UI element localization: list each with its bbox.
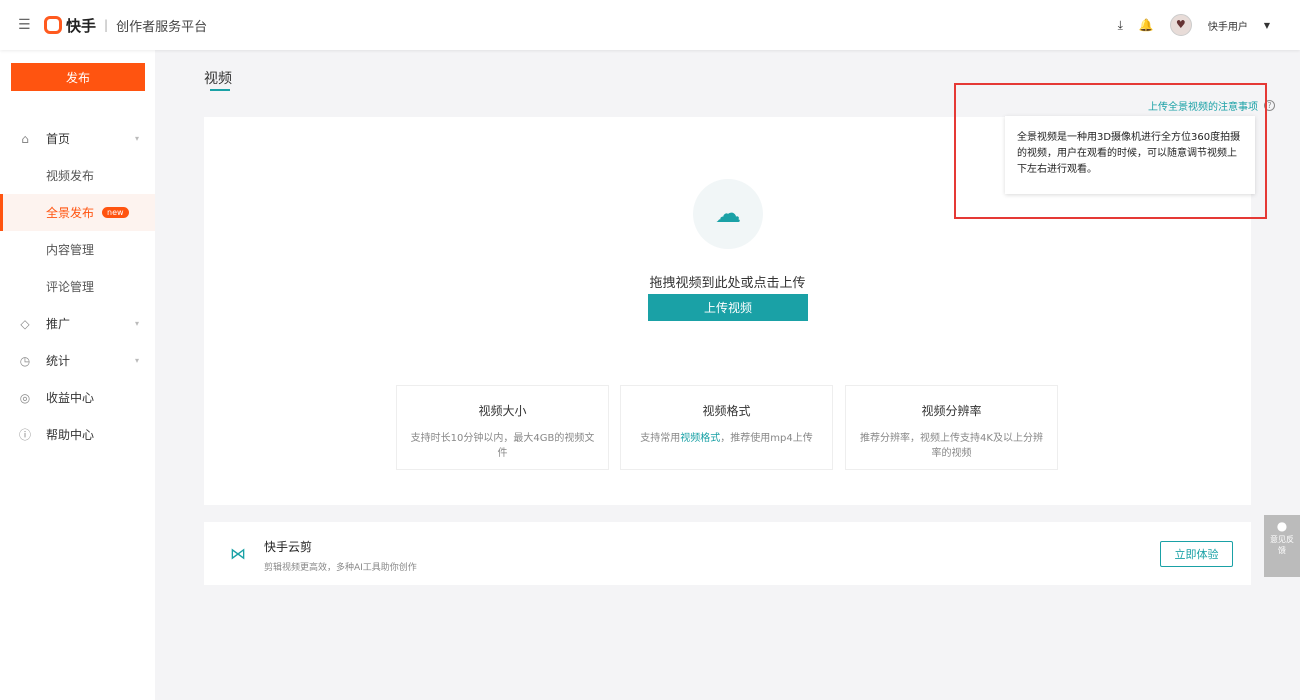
chart-icon: ◷ [18, 354, 32, 368]
yunjian-banner: ⋈ 快手云剪 剪辑视频更高效，多种AI工具助你创作 立即体验 [204, 522, 1251, 585]
download-icon[interactable]: ⤓ [1118, 18, 1123, 33]
info-desc: 推荐分辨率，视频上传支持4K及以上分辨率的视频 [856, 431, 1047, 461]
new-badge: new [102, 207, 129, 218]
info-card-resolution: 视频分辨率 推荐分辨率，视频上传支持4K及以上分辨率的视频 [845, 385, 1058, 470]
chat-bubble-icon: ● [1264, 521, 1300, 532]
feedback-label: 意见反馈 [1264, 532, 1300, 558]
feedback-button[interactable]: ● 意见反馈 [1264, 515, 1300, 577]
sidebar-item[interactable]: 视频发布 [0, 157, 155, 194]
bell-icon[interactable]: 🔔 [1139, 18, 1154, 32]
sidebar-item[interactable]: ◷ 统计 ▾ [0, 342, 155, 379]
sidebar-item[interactable]: 全景发布 new [0, 194, 155, 231]
info-card-size: 视频大小 支持时长10分钟以内，最大4GB的视频文件 [396, 385, 609, 470]
top-bar: ☰ 快手 | 创作者服务平台 ⤓ 🔔 ♥ 快手用户 ▼ [0, 0, 1300, 50]
info-desc: 支持常用视频格式，推荐使用mp4上传 [631, 431, 822, 446]
sidebar-item-label: 收益中心 [46, 389, 94, 406]
sidebar-item-label: 首页 [46, 130, 70, 147]
menu-icon[interactable]: ☰ [18, 17, 32, 33]
user-name[interactable]: 快手用户 [1208, 18, 1248, 33]
try-now-button[interactable]: 立即体验 [1160, 541, 1233, 567]
divider: | [104, 18, 108, 32]
highlight-box [954, 83, 1267, 219]
sidebar-item[interactable]: ⌂ 首页 ▾ [0, 120, 155, 157]
sidebar-item-label: 推广 [46, 315, 70, 332]
chevron-down-icon[interactable]: ▾ [135, 134, 139, 143]
tab-video[interactable]: 视频 [204, 68, 232, 88]
info-title: 视频格式 [631, 402, 822, 419]
sidebar-item-label: 内容管理 [46, 241, 94, 258]
avatar[interactable]: ♥ [1170, 14, 1192, 36]
logo-text: 快手 [66, 15, 96, 36]
banner-title: 快手云剪 [264, 538, 312, 555]
sidebar-item-label: 帮助中心 [46, 426, 94, 443]
drop-icon: ◇ [18, 317, 32, 331]
platform-name: 创作者服务平台 [116, 16, 207, 35]
sidebar-item-label: 视频发布 [46, 167, 94, 184]
banner-desc: 剪辑视频更高效，多种AI工具助你创作 [264, 560, 417, 573]
upload-video-button[interactable]: 上传视频 [648, 294, 808, 321]
sidebar-item[interactable]: 评论管理 [0, 268, 155, 305]
desc-text: 支持常用 [640, 433, 680, 444]
chevron-down-icon[interactable]: ▾ [135, 356, 139, 365]
tab-indicator [210, 89, 230, 91]
desc-text: ，推荐使用mp4上传 [720, 433, 812, 444]
info-desc: 支持时长10分钟以内，最大4GB的视频文件 [407, 431, 598, 461]
upload-hint: 拖拽视频到此处或点击上传 [204, 272, 1251, 291]
info-title: 视频大小 [407, 402, 598, 419]
yunjian-logo-icon: ⋈ [230, 544, 246, 563]
info-card-format: 视频格式 支持常用视频格式，推荐使用mp4上传 [620, 385, 833, 470]
logo[interactable]: 快手 | 创作者服务平台 [44, 15, 207, 36]
sidebar-item-label: 统计 [46, 352, 70, 369]
kuaishou-logo-icon [44, 16, 62, 34]
chevron-down-icon[interactable]: ▾ [135, 319, 139, 328]
sidebar-item[interactable]: 内容管理 [0, 231, 155, 268]
publish-button[interactable]: 发布 [11, 63, 145, 91]
sidebar-item[interactable]: ◎ 收益中心 [0, 379, 155, 416]
home-icon: ⌂ [18, 132, 32, 146]
help-icon: ⓘ [18, 426, 32, 443]
sidebar: 发布 ⌂ 首页 ▾ 视频发布全景发布 new 内容管理评论管理 ◇ 推广 ▾ ◷ 统计 ▾ ◎ 收益中心 ⓘ… [0, 50, 155, 700]
info-title: 视频分辨率 [856, 402, 1047, 419]
sidebar-item-label: 全景发布 [46, 204, 94, 221]
video-format-link[interactable]: 视频格式 [680, 433, 720, 444]
cloud-upload-icon[interactable]: ☁ [693, 179, 763, 249]
sidebar-item[interactable]: ⓘ 帮助中心 [0, 416, 155, 453]
sidebar-item[interactable]: ◇ 推广 ▾ [0, 305, 155, 342]
coin-icon: ◎ [18, 391, 32, 405]
sidebar-item-label: 评论管理 [46, 278, 94, 295]
chevron-down-icon[interactable]: ▼ [1264, 21, 1270, 30]
sidebar-nav: ⌂ 首页 ▾ 视频发布全景发布 new 内容管理评论管理 ◇ 推广 ▾ ◷ 统计 ▾ ◎ 收益中心 ⓘ 帮助中… [0, 120, 155, 453]
